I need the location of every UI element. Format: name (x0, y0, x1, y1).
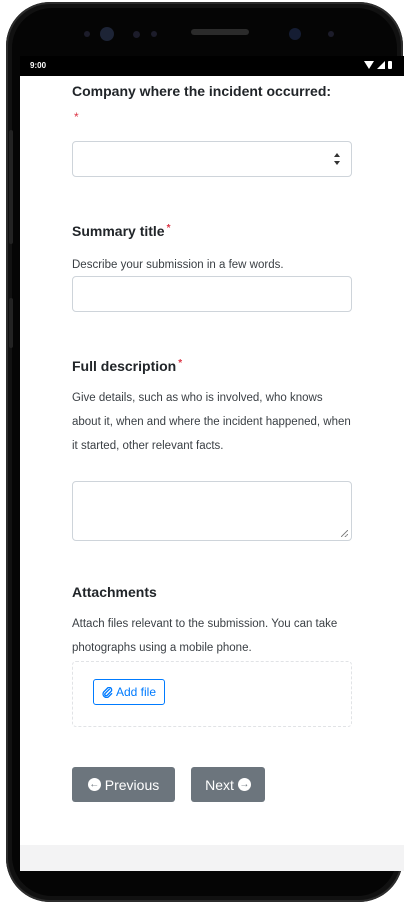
description-help: Give details, such as who is involved, w… (72, 392, 351, 452)
select-arrows-icon (334, 153, 341, 165)
previous-button[interactable]: ← Previous (72, 767, 175, 802)
add-file-label: Add file (116, 685, 157, 699)
earpiece-speaker (191, 29, 249, 35)
attachment-dropzone[interactable]: Add file (72, 661, 352, 727)
arrow-circle-left-icon: ← (87, 778, 101, 791)
battery-icon (388, 61, 392, 69)
front-camera (100, 27, 114, 41)
full-description-textarea[interactable] (72, 481, 352, 541)
attachments-help: Attach files relevant to the submission.… (72, 618, 338, 654)
attachments-label: Attachments (72, 584, 157, 600)
app-screen (20, 76, 404, 870)
company-label: Company where the incident occurred: (72, 83, 331, 99)
company-select[interactable] (72, 141, 352, 177)
paperclip-icon (102, 686, 113, 698)
power-button (9, 298, 13, 348)
attachments-label-text: Attachments (72, 584, 157, 600)
summary-help: Describe your submission in a few words. (72, 259, 284, 271)
summary-required-mark: * (166, 223, 171, 234)
description-required-mark: * (178, 358, 183, 369)
arrow-circle-right-icon: → (237, 778, 251, 791)
sensor-dot (328, 31, 334, 37)
summary-title-input[interactable] (72, 276, 352, 312)
sensor-dot (151, 31, 157, 37)
description-label: Full description * (72, 358, 182, 374)
wifi-icon (364, 61, 374, 69)
description-label-text: Full description (72, 358, 177, 374)
next-label: Next (205, 776, 234, 793)
status-bar: 9:00 (20, 56, 404, 76)
page-footer (20, 845, 404, 871)
company-label-text: Company where the incident occurred: (72, 83, 332, 99)
secondary-camera (289, 28, 301, 40)
status-time: 9:00 (30, 61, 47, 70)
summary-label: Summary title * (72, 223, 171, 239)
status-icons (364, 61, 392, 69)
company-required-mark: * (74, 110, 79, 124)
next-button[interactable]: Next → (191, 767, 265, 802)
resize-handle-icon[interactable] (341, 530, 348, 537)
summary-label-text: Summary title (72, 223, 165, 239)
signal-icon (377, 61, 385, 69)
volume-button (9, 130, 13, 244)
sensor-dot (84, 31, 90, 37)
previous-label: Previous (104, 776, 160, 793)
add-file-button[interactable]: Add file (93, 679, 166, 705)
sensor-dot (133, 31, 140, 38)
